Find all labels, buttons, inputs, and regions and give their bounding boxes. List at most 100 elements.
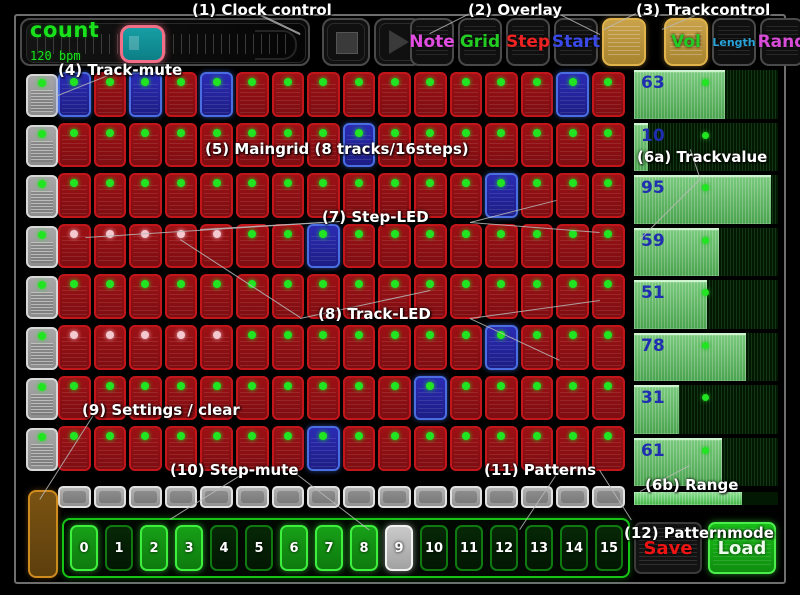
grid-cell-t0-s11[interactable] (450, 72, 483, 117)
grid-cell-t4-s5[interactable] (236, 274, 269, 319)
step-mute-0[interactable] (58, 486, 91, 508)
track-value-3[interactable]: 59 (634, 228, 778, 277)
grid-cell-t5-s11[interactable] (450, 325, 483, 370)
grid-cell-t4-s4[interactable] (200, 274, 233, 319)
grid-cell-t6-s12[interactable] (485, 376, 518, 421)
grid-cell-t5-s2[interactable] (129, 325, 162, 370)
stop-button[interactable] (322, 18, 370, 66)
grid-cell-t5-s15[interactable] (592, 325, 625, 370)
grid-cell-t4-s0[interactable] (58, 274, 91, 319)
grid-cell-t3-s12[interactable] (485, 224, 518, 269)
step-mute-1[interactable] (94, 486, 127, 508)
pattern-button-13[interactable]: 13 (525, 525, 553, 571)
grid-cell-t0-s8[interactable] (343, 72, 376, 117)
grid-cell-t1-s0[interactable] (58, 123, 91, 168)
step-mute-12[interactable] (485, 486, 518, 508)
grid-cell-t7-s2[interactable] (129, 426, 162, 471)
grid-cell-t6-s8[interactable] (343, 376, 376, 421)
grid-cell-t4-s2[interactable] (129, 274, 162, 319)
grid-cell-t7-s7[interactable] (307, 426, 340, 471)
grid-cell-t6-s9[interactable] (378, 376, 411, 421)
grid-cell-t3-s9[interactable] (378, 224, 411, 269)
grid-cell-t7-s9[interactable] (378, 426, 411, 471)
grid-cell-t3-s1[interactable] (94, 224, 127, 269)
pattern-button-5[interactable]: 5 (245, 525, 273, 571)
grid-cell-t0-s15[interactable] (592, 72, 625, 117)
grid-cell-t0-s6[interactable] (272, 72, 305, 117)
grid-cell-t5-s3[interactable] (165, 325, 198, 370)
grid-cell-t1-s14[interactable] (556, 123, 589, 168)
step-mute-2[interactable] (129, 486, 162, 508)
grid-cell-t2-s1[interactable] (94, 173, 127, 218)
grid-cell-t4-s11[interactable] (450, 274, 483, 319)
step-mute-9[interactable] (378, 486, 411, 508)
pattern-button-3[interactable]: 3 (175, 525, 203, 571)
overlay-button-start[interactable]: Start (554, 18, 598, 66)
grid-cell-t2-s5[interactable] (236, 173, 269, 218)
grid-cell-t7-s0[interactable] (58, 426, 91, 471)
grid-cell-t1-s12[interactable] (485, 123, 518, 168)
step-mute-15[interactable] (592, 486, 625, 508)
grid-cell-t6-s15[interactable] (592, 376, 625, 421)
pattern-button-2[interactable]: 2 (140, 525, 168, 571)
grid-cell-t1-s1[interactable] (94, 123, 127, 168)
grid-cell-t2-s2[interactable] (129, 173, 162, 218)
grid-cell-t5-s8[interactable] (343, 325, 376, 370)
grid-cell-t5-s9[interactable] (378, 325, 411, 370)
track-mute-5[interactable] (26, 327, 58, 370)
pattern-button-0[interactable]: 0 (70, 525, 98, 571)
grid-cell-t5-s13[interactable] (521, 325, 554, 370)
grid-cell-t5-s14[interactable] (556, 325, 589, 370)
grid-cell-t5-s1[interactable] (94, 325, 127, 370)
grid-cell-t6-s5[interactable] (236, 376, 269, 421)
step-mute-5[interactable] (236, 486, 269, 508)
track-value-2[interactable]: 95 (634, 175, 778, 224)
grid-cell-t1-s3[interactable] (165, 123, 198, 168)
grid-cell-t5-s6[interactable] (272, 325, 305, 370)
grid-cell-t3-s7[interactable] (307, 224, 340, 269)
step-mute-10[interactable] (414, 486, 447, 508)
grid-cell-t4-s6[interactable] (272, 274, 305, 319)
pattern-button-8[interactable]: 8 (350, 525, 378, 571)
step-mute-6[interactable] (272, 486, 305, 508)
grid-cell-t5-s4[interactable] (200, 325, 233, 370)
grid-cell-t2-s13[interactable] (521, 173, 554, 218)
grid-cell-t6-s14[interactable] (556, 376, 589, 421)
pattern-button-4[interactable]: 4 (210, 525, 238, 571)
step-mute-13[interactable] (521, 486, 554, 508)
track-mute-0[interactable] (26, 74, 58, 117)
grid-cell-t6-s11[interactable] (450, 376, 483, 421)
pattern-button-9[interactable]: 9 (385, 525, 413, 571)
pattern-button-11[interactable]: 11 (455, 525, 483, 571)
grid-cell-t2-s15[interactable] (592, 173, 625, 218)
pattern-button-14[interactable]: 14 (560, 525, 588, 571)
grid-cell-t6-s7[interactable] (307, 376, 340, 421)
track-value-6[interactable]: 31 (634, 385, 778, 434)
grid-cell-t5-s10[interactable] (414, 325, 447, 370)
grid-cell-t4-s1[interactable] (94, 274, 127, 319)
grid-cell-t4-s15[interactable] (592, 274, 625, 319)
grid-cell-t0-s13[interactable] (521, 72, 554, 117)
overlay-button-step[interactable]: Step (506, 18, 550, 66)
step-mute-14[interactable] (556, 486, 589, 508)
grid-cell-t0-s12[interactable] (485, 72, 518, 117)
pattern-button-7[interactable]: 7 (315, 525, 343, 571)
track-mute-2[interactable] (26, 175, 58, 218)
grid-cell-t2-s0[interactable] (58, 173, 91, 218)
grid-cell-t3-s15[interactable] (592, 224, 625, 269)
track-mute-7[interactable] (26, 428, 58, 471)
grid-cell-t1-s13[interactable] (521, 123, 554, 168)
grid-cell-t3-s11[interactable] (450, 224, 483, 269)
grid-cell-t2-s4[interactable] (200, 173, 233, 218)
track-mute-6[interactable] (26, 378, 58, 421)
grid-cell-t0-s9[interactable] (378, 72, 411, 117)
track-value-5[interactable]: 78 (634, 333, 778, 382)
step-mute-8[interactable] (343, 486, 376, 508)
track-mute-3[interactable] (26, 226, 58, 269)
grid-cell-t0-s4[interactable] (200, 72, 233, 117)
clock-control[interactable]: count 120 bpm (20, 18, 310, 66)
grid-cell-t0-s5[interactable] (236, 72, 269, 117)
pattern-button-1[interactable]: 1 (105, 525, 133, 571)
grid-cell-t4-s13[interactable] (521, 274, 554, 319)
grid-cell-t5-s7[interactable] (307, 325, 340, 370)
